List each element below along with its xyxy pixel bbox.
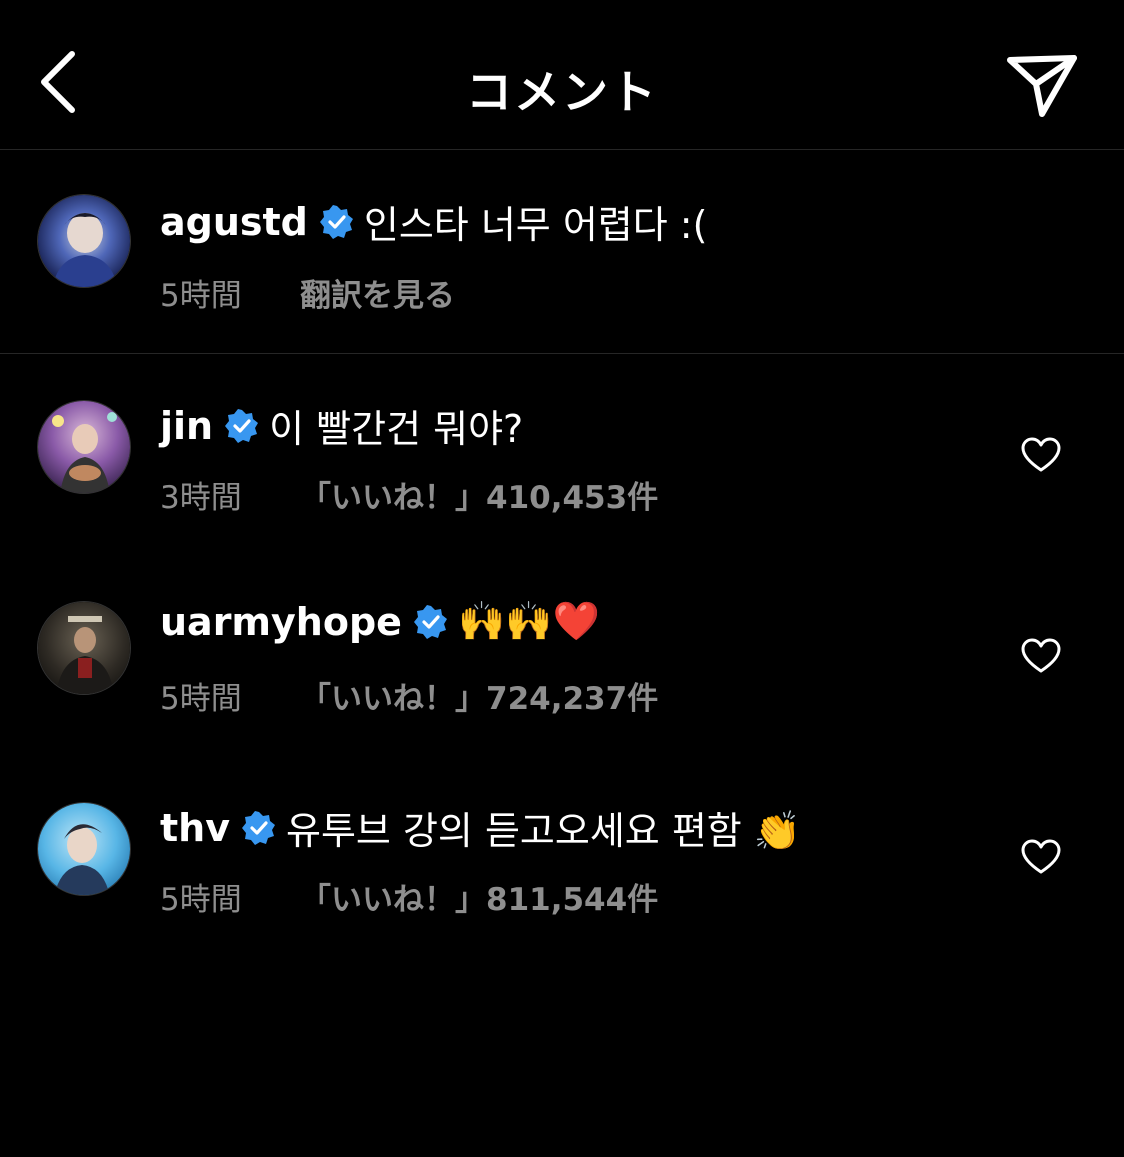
paper-plane-icon xyxy=(1007,55,1077,117)
comment-item: thv 유투브 강의 듣고오세요 편함 👏 5時間 「いいね！」811,544件 xyxy=(0,756,1124,956)
comment-item: uarmyhope 🙌🙌❤️ 5時間 「いいね！」724,237件 xyxy=(0,555,1124,755)
verified-badge-icon xyxy=(413,604,447,639)
like-count[interactable]: 「いいね！」811,544件 xyxy=(300,874,658,919)
comment-timestamp: 3時間 xyxy=(160,480,242,516)
comment-item: jin 이 빨간건 뭐야? 3時間 「いいね！」410,453件 xyxy=(0,354,1124,554)
comment-timestamp: 5時間 xyxy=(160,278,242,314)
comment-username[interactable]: jin xyxy=(160,404,213,448)
avatar[interactable] xyxy=(37,194,131,288)
share-button[interactable] xyxy=(1000,46,1084,120)
heart-outline-icon[interactable] xyxy=(1020,436,1062,474)
header-bar: コメント xyxy=(0,0,1124,150)
comment-timestamp: 5時間 xyxy=(160,681,242,717)
comment-timestamp: 5時間 xyxy=(160,882,242,918)
comment-text: 🙌🙌❤️ xyxy=(457,599,600,643)
avatar[interactable] xyxy=(37,802,131,896)
avatar-image xyxy=(38,195,130,287)
avatar-image xyxy=(38,401,130,493)
comment-username[interactable]: thv xyxy=(160,806,230,850)
comment-text: 인스타 너무 어렵다 :( xyxy=(363,203,708,247)
comment-username[interactable]: agustd xyxy=(160,200,308,244)
heart-outline-icon[interactable] xyxy=(1020,838,1062,876)
verified-badge-icon xyxy=(225,408,259,443)
avatar-image xyxy=(38,803,130,895)
page-title: コメント xyxy=(466,65,658,119)
avatar[interactable] xyxy=(37,601,131,695)
translate-button[interactable]: 翻訳を見る xyxy=(300,270,455,315)
comment-text: 유투브 강의 듣고오세요 편함 👏 xyxy=(286,809,802,853)
like-count[interactable]: 「いいね！」410,453件 xyxy=(300,472,658,517)
avatar-image xyxy=(38,602,130,694)
heart-outline-icon[interactable] xyxy=(1020,637,1062,675)
like-count[interactable]: 「いいね！」724,237件 xyxy=(300,673,658,718)
post-caption: agustd 인스타 너무 어렵다 :( 5時間 翻訳を見る xyxy=(0,150,1124,354)
verified-badge-icon xyxy=(319,204,353,239)
comment-username[interactable]: uarmyhope xyxy=(160,600,402,644)
avatar[interactable] xyxy=(37,400,131,494)
comment-text: 이 빨간건 뭐야? xyxy=(269,407,524,451)
verified-badge-icon xyxy=(242,810,275,845)
